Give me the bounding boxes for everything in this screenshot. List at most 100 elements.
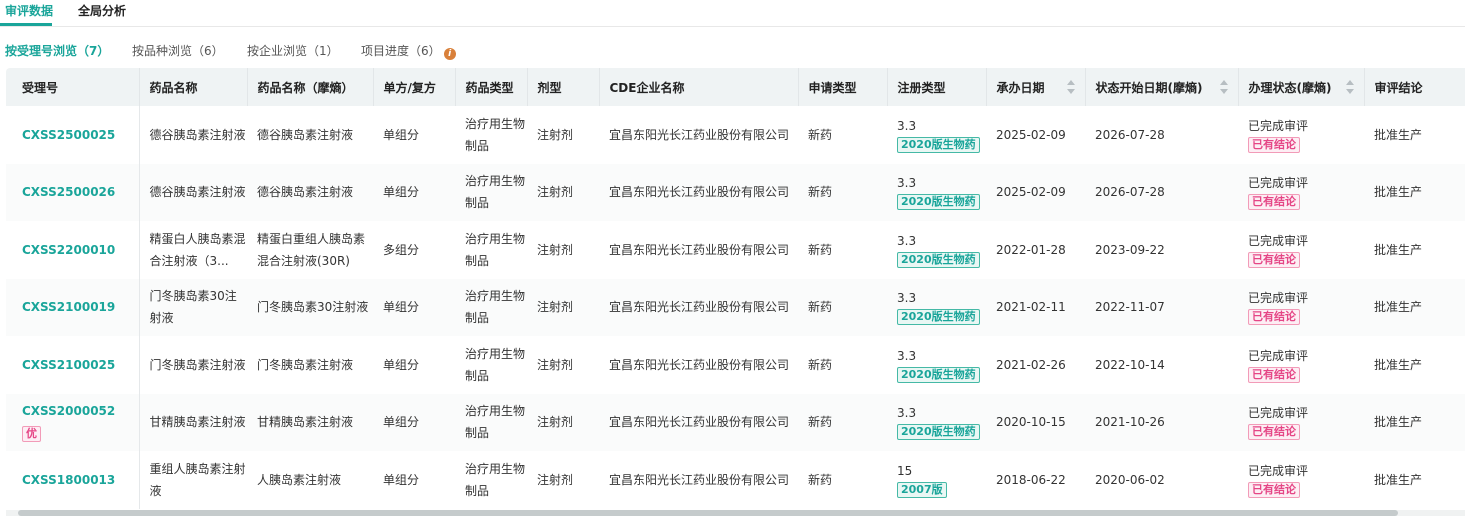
cell-drug-name: 德谷胰岛素注射液: [149, 127, 246, 142]
status-badge: 已有结论: [1248, 136, 1300, 153]
table-row[interactable]: CXSS2200010 精蛋白人胰岛素混合注射液（3... 精蛋白重组人胰岛素混合注…: [6, 221, 1465, 279]
table-row[interactable]: CXSS2500025 德谷胰岛素注射液 德谷胰岛素注射液 单组分 治疗用生物制品 注射剂…: [6, 106, 1465, 164]
cell-drug-name-ms: 精蛋白重组人胰岛素混合注射液(30R): [257, 231, 366, 268]
cell-compound: 单组分: [383, 127, 420, 142]
col-header-drug-name[interactable]: 药品名称: [139, 68, 248, 106]
horizontal-scrollbar[interactable]: [6, 510, 1465, 516]
cell-company: 宜昌东阳光长江药业股份有限公司: [609, 472, 790, 487]
status-badge: 已有结论: [1248, 481, 1300, 498]
top-tab-bar: 审评数据 全局分析: [0, 0, 1465, 27]
cell-reg-type: 3.3 2020版生物药: [887, 279, 986, 337]
subtab-by-company[interactable]: 按企业浏览（1）: [247, 42, 339, 59]
cell-reg-type: 3.3 2020版生物药: [887, 106, 986, 164]
table-row[interactable]: CXSS2100025 门冬胰岛素注射液 门冬胰岛素注射液 单组分 治疗用生物制品 注射剂…: [6, 336, 1465, 394]
cell-apply-type: 新药: [808, 127, 833, 142]
status-text: 已完成审评: [1248, 233, 1309, 248]
col-header-undertake-date[interactable]: 承办日期: [986, 68, 1086, 106]
subtab-by-accept-no[interactable]: 按受理号浏览（7）: [5, 42, 109, 59]
cell-conclusion: 批准生产: [1374, 415, 1423, 430]
table-row[interactable]: CXSS2000052 优 甘精胰岛素注射液 甘精胰岛素注射液 单组分 治疗用生物制品 注射…: [6, 393, 1465, 452]
cell-drug-type: 治疗用生物制品: [465, 231, 526, 268]
cell-dosage-form: 注射剂: [537, 415, 574, 430]
accept-no-link[interactable]: CXSS2100019: [22, 300, 115, 314]
status-badge: 已有结论: [1248, 309, 1300, 326]
cell-company: 宜昌东阳光长江药业股份有限公司: [609, 242, 790, 257]
col-header-drug-name-ms[interactable]: 药品名称（摩熵）: [247, 68, 374, 106]
cell-status: 已完成审评 已有结论: [1238, 394, 1364, 452]
col-header-status[interactable]: 办理状态(摩熵): [1238, 68, 1365, 106]
tab-review-data[interactable]: 审评数据: [5, 2, 53, 19]
cell-drug-name-ms: 门冬胰岛素注射液: [257, 357, 354, 372]
reg-type-value: 3.3: [897, 118, 917, 133]
col-header-accept-no[interactable]: 受理号: [6, 68, 140, 106]
reg-version-badge: 2020版生物药: [897, 366, 980, 383]
cell-accept-no: CXSS2500025: [6, 106, 140, 164]
col-header-reg-type[interactable]: 注册类型: [887, 68, 987, 106]
cell-undertake-date: 2020-10-15: [996, 415, 1066, 430]
cell-status-date: 2023-09-22: [1095, 242, 1165, 257]
cell-reg-type: 3.3 2020版生物药: [887, 336, 986, 394]
status-text: 已完成审评: [1248, 463, 1309, 478]
table-row[interactable]: CXSS2500026 德谷胰岛素注射液 德谷胰岛素注射液 单组分 治疗用生物制品 注射剂…: [6, 163, 1465, 222]
table-header-row: 受理号 药品名称 药品名称（摩熵） 单方/复方 药品类型 剂型 CDE企业名称 …: [6, 68, 1465, 106]
cell-drug-type: 治疗用生物制品: [465, 289, 526, 326]
accept-no-link[interactable]: CXSS2000052: [22, 404, 115, 418]
cell-drug-type: 治疗用生物制品: [465, 174, 526, 211]
table-row[interactable]: CXSS1800013 重组人胰岛素注射液 人胰岛素注射液 单组分 治疗用生物制品 注射剂…: [6, 451, 1465, 509]
subtab-by-variety[interactable]: 按品种浏览（6）: [132, 42, 224, 59]
sort-icon[interactable]: [1066, 80, 1075, 94]
cell-reg-type: 3.3 2020版生物药: [887, 394, 986, 452]
cell-undertake-date: 2021-02-11: [996, 300, 1066, 315]
col-header-company[interactable]: CDE企业名称: [599, 68, 799, 106]
table-row[interactable]: CXSS2100019 门冬胰岛素30注射液 门冬胰岛素30注射液 单组分 治疗用生物制…: [6, 278, 1465, 337]
tab-global-analysis[interactable]: 全局分析: [78, 2, 126, 19]
cell-reg-type: 3.3 2020版生物药: [887, 164, 986, 222]
col-header-compound[interactable]: 单方/复方: [373, 68, 456, 106]
cell-company: 宜昌东阳光长江药业股份有限公司: [609, 300, 790, 315]
status-text: 已完成审评: [1248, 406, 1309, 421]
reg-version-badge: 2020版生物药: [897, 424, 980, 441]
col-header-apply-type[interactable]: 申请类型: [798, 68, 888, 106]
cell-dosage-form: 注射剂: [537, 127, 574, 142]
cell-undertake-date: 2025-02-09: [996, 185, 1066, 200]
cell-status-date: 2026-07-28: [1095, 185, 1165, 200]
accept-no-link[interactable]: CXSS2200010: [22, 243, 115, 257]
subtab-project-progress[interactable]: 项目进度（6） i: [361, 42, 456, 60]
col-header-status-date[interactable]: 状态开始日期(摩熵): [1085, 68, 1239, 106]
cell-conclusion: 批准生产: [1374, 300, 1423, 315]
cell-drug-type: 治疗用生物制品: [465, 461, 526, 498]
reg-type-value: 15: [897, 463, 913, 478]
accept-no-link[interactable]: CXSS2500026: [22, 185, 115, 199]
sort-icon[interactable]: [1345, 80, 1354, 94]
cell-drug-name: 精蛋白人胰岛素混合注射液（3...: [149, 231, 246, 268]
subtab-project-progress-label: 项目进度（6）: [361, 44, 441, 58]
cell-accept-no: CXSS2200010: [6, 221, 140, 279]
priority-badge: 优: [22, 426, 41, 443]
status-text: 已完成审评: [1248, 176, 1309, 191]
cell-status-date: 2022-10-14: [1095, 357, 1165, 372]
col-header-drug-type[interactable]: 药品类型: [455, 68, 528, 106]
info-icon[interactable]: i: [443, 48, 456, 60]
cell-compound: 单组分: [383, 472, 420, 487]
reg-version-badge: 2020版生物药: [897, 309, 980, 326]
cell-conclusion: 批准生产: [1374, 357, 1423, 372]
cell-status: 已完成审评 已有结论: [1238, 279, 1364, 337]
scrollbar-thumb[interactable]: [18, 510, 1398, 516]
cell-status-date: 2026-07-28: [1095, 127, 1165, 142]
cell-company: 宜昌东阳光长江药业股份有限公司: [609, 357, 790, 372]
cell-compound: 单组分: [383, 415, 420, 430]
cell-status-date: 2021-10-26: [1095, 415, 1165, 430]
cell-status: 已完成审评 已有结论: [1238, 164, 1364, 222]
cell-reg-type: 15 2007版: [887, 451, 986, 509]
cell-company: 宜昌东阳光长江药业股份有限公司: [609, 185, 790, 200]
cell-undertake-date: 2018-06-22: [996, 472, 1066, 487]
accept-no-link[interactable]: CXSS2500025: [22, 128, 115, 142]
accept-no-link[interactable]: CXSS1800013: [22, 473, 115, 487]
cell-dosage-form: 注射剂: [537, 357, 574, 372]
accept-no-link[interactable]: CXSS2100025: [22, 358, 115, 372]
cell-drug-name-ms: 德谷胰岛素注射液: [257, 185, 354, 200]
col-header-conclusion[interactable]: 审评结论: [1364, 68, 1465, 106]
sort-icon[interactable]: [1219, 80, 1228, 94]
col-header-dosage-form[interactable]: 剂型: [527, 68, 600, 106]
cell-apply-type: 新药: [808, 357, 833, 372]
